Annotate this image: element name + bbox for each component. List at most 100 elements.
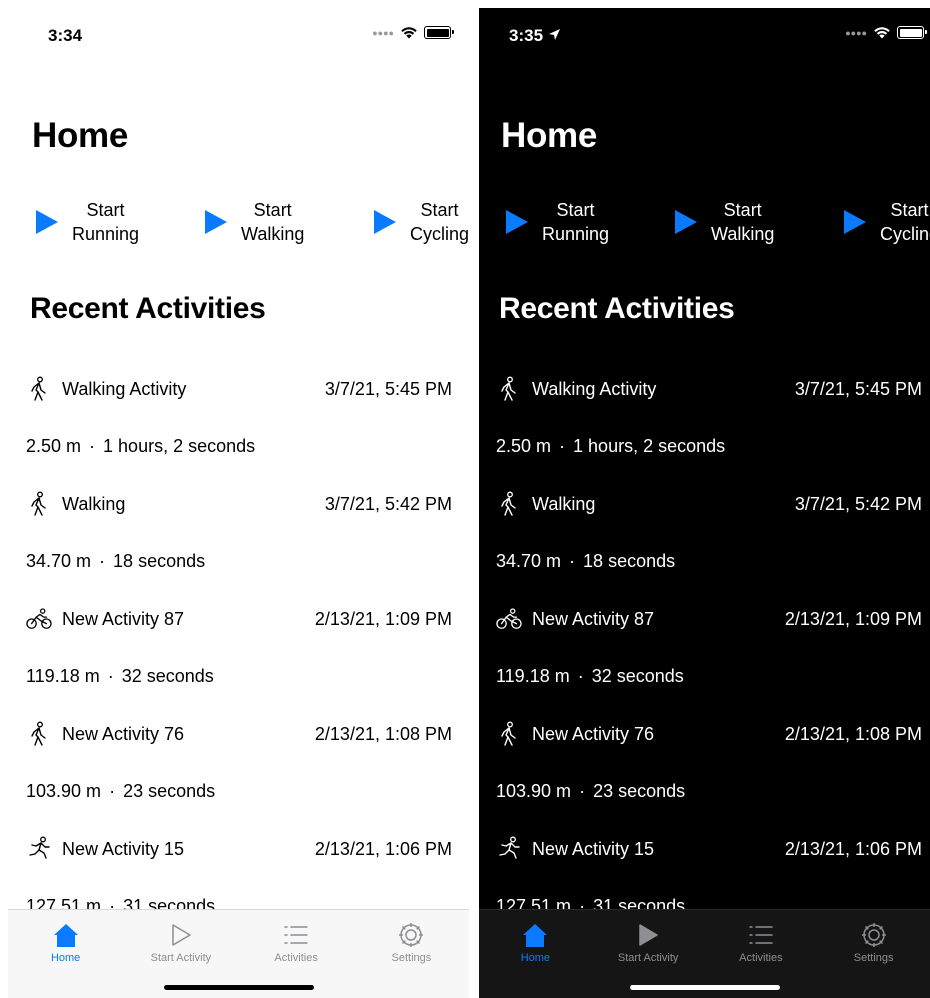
activity-name: New Activity 87: [532, 608, 655, 629]
activity-type-label: Running: [542, 224, 610, 244]
activity-distance: 119.18 m: [26, 666, 100, 686]
page-title: Home: [501, 116, 598, 155]
play-icon: [844, 210, 866, 234]
tab-start-activity[interactable]: Start Activity: [592, 910, 705, 966]
play-icon: [633, 920, 663, 950]
walking-icon: [496, 491, 522, 517]
activity-row[interactable]: New Activity 76 2/13/21, 1:08 PM: [496, 705, 922, 763]
running-icon: [496, 836, 522, 862]
tab-start-activity[interactable]: Start Activity: [123, 910, 238, 966]
activity-summary: 119.18 m · 32 seconds: [496, 648, 922, 705]
tab-home[interactable]: Home: [8, 910, 123, 966]
activity-name: New Activity 76: [532, 723, 655, 744]
walking-icon: [496, 721, 522, 747]
activity-row[interactable]: Walking Activity 3/7/21, 5:45 PM: [496, 360, 922, 418]
activity-row[interactable]: Walking 3/7/21, 5:42 PM: [26, 475, 452, 533]
activity-row[interactable]: New Activity 15 2/13/21, 1:06 PM: [496, 820, 922, 878]
activity-name: Walking Activity: [532, 378, 657, 399]
walking-icon: [26, 376, 52, 402]
light-mode-screen: 3:34 ●●●● Home Start Running Start Walking…: [0, 0, 469, 998]
separator-dot: ·: [579, 781, 586, 801]
activity-duration: 23 seconds: [123, 781, 216, 801]
walking-icon: [26, 721, 52, 747]
activity-distance: 103.90 m: [26, 781, 102, 801]
start-buttons-row: Start Running Start Walking Start Cycling: [506, 198, 930, 246]
status-icons: ●●●●: [845, 26, 927, 39]
tab-settings[interactable]: Settings: [817, 910, 930, 966]
tab-activities[interactable]: Activities: [705, 910, 818, 966]
activity-row[interactable]: New Activity 87 2/13/21, 1:09 PM: [26, 590, 452, 648]
activity-type-label: Walking: [241, 224, 305, 244]
start-walking-button[interactable]: Start Walking: [205, 198, 374, 246]
activity-type-label: Running: [72, 224, 140, 244]
tab-activities[interactable]: Activities: [239, 910, 354, 966]
house-icon: [51, 920, 81, 950]
activity-name: New Activity 15: [532, 838, 655, 859]
start-running-button[interactable]: Start Running: [506, 198, 675, 246]
separator-dot: ·: [109, 781, 116, 801]
play-icon: [36, 210, 58, 234]
home-indicator: [163, 985, 314, 990]
activity-distance: 34.70 m: [26, 551, 92, 571]
page-title: Home: [32, 116, 129, 155]
start-running-button[interactable]: Start Running: [36, 198, 205, 246]
activity-summary: 34.70 m · 18 seconds: [26, 533, 452, 590]
wifi-icon: [401, 27, 417, 39]
activity-distance: 34.70 m: [496, 551, 562, 571]
home-indicator: [629, 985, 780, 990]
cellular-signal-icon: ●●●●: [845, 27, 867, 38]
status-icons: ●●●●: [372, 26, 454, 39]
activity-row[interactable]: New Activity 87 2/13/21, 1:09 PM: [496, 590, 922, 648]
activity-name: New Activity 87: [62, 608, 185, 629]
start-label: Start: [86, 200, 125, 220]
section-title: Recent Activities: [30, 292, 266, 325]
activity-name: Walking Activity: [62, 378, 187, 399]
start-cycling-button[interactable]: Start Cycling: [374, 198, 469, 246]
tab-label: Settings: [853, 952, 894, 964]
tab-settings[interactable]: Settings: [354, 910, 469, 966]
start-walking-button[interactable]: Start Walking: [675, 198, 844, 246]
activity-date: 2/13/21, 1:06 PM: [314, 838, 452, 859]
activity-name: Walking: [62, 493, 126, 514]
activity-date: 3/7/21, 5:45 PM: [324, 378, 452, 399]
walking-icon: [26, 491, 52, 517]
tab-home[interactable]: Home: [479, 910, 592, 966]
play-icon: [506, 210, 528, 234]
location-arrow-icon: [548, 29, 560, 40]
activity-duration: 1 hours, 2 seconds: [103, 436, 256, 456]
activity-date: 2/13/21, 1:06 PM: [784, 838, 922, 859]
tab-bar: Home Start Activity Activities Settings: [479, 909, 930, 998]
activity-duration: 18 seconds: [583, 551, 676, 571]
activity-duration: 1 hours, 2 seconds: [573, 436, 726, 456]
activity-date: 3/7/21, 5:45 PM: [794, 378, 922, 399]
gear-icon: [396, 920, 426, 950]
activity-row[interactable]: Walking Activity 3/7/21, 5:45 PM: [26, 360, 452, 418]
tab-label: Activities: [739, 952, 783, 964]
activity-distance: 103.90 m: [496, 781, 572, 801]
battery-icon: [897, 26, 927, 39]
status-time: 3:35: [509, 26, 561, 46]
status-time: 3:34: [48, 26, 83, 45]
activity-date: 3/7/21, 5:42 PM: [324, 493, 452, 514]
activity-distance: 119.18 m: [496, 666, 570, 686]
section-title: Recent Activities: [499, 292, 735, 325]
separator-dot: ·: [99, 551, 106, 571]
activity-list: Walking Activity 3/7/21, 5:45 PM 2.50 m · 1 …: [496, 360, 922, 935]
start-cycling-button[interactable]: Start Cycling: [844, 198, 930, 246]
activity-row[interactable]: New Activity 76 2/13/21, 1:08 PM: [26, 705, 452, 763]
activity-summary: 119.18 m · 32 seconds: [26, 648, 452, 705]
house-icon: [520, 920, 550, 950]
activity-type-label: Cycling: [880, 224, 930, 244]
activity-row[interactable]: New Activity 15 2/13/21, 1:06 PM: [26, 820, 452, 878]
start-label: Start: [253, 200, 292, 220]
play-icon: [374, 210, 396, 234]
activity-summary: 34.70 m · 18 seconds: [496, 533, 922, 590]
separator-dot: ·: [89, 436, 96, 456]
tab-bar: Home Start Activity Activities Settings: [8, 909, 469, 998]
activity-row[interactable]: Walking 3/7/21, 5:42 PM: [496, 475, 922, 533]
play-icon: [205, 210, 227, 234]
dark-mode-screen: 3:35 ●●●● Home Start Running Start Walking…: [479, 8, 930, 998]
start-label: Start: [890, 200, 929, 220]
running-icon: [26, 836, 52, 862]
tab-label: Start Activity: [150, 952, 212, 964]
